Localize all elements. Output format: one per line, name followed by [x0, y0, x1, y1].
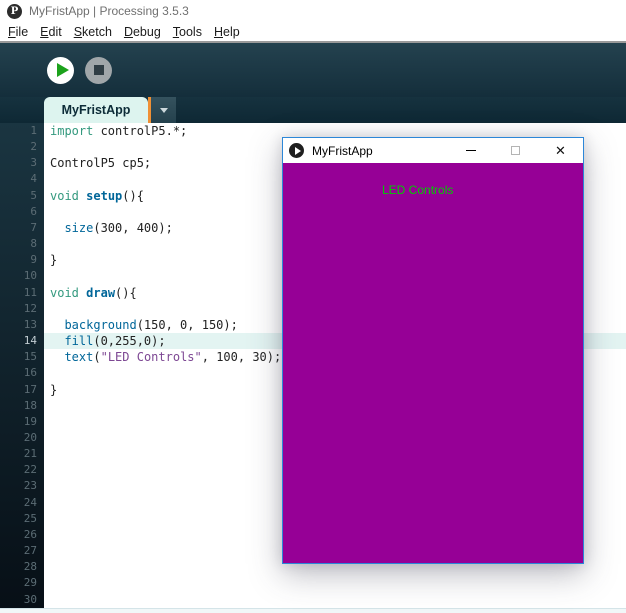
- line-number: 28: [23, 560, 37, 574]
- tabbar: MyFristApp: [0, 97, 626, 123]
- close-button[interactable]: ✕: [538, 138, 583, 163]
- line-number: 14: [23, 334, 37, 348]
- line-number: 22: [23, 463, 37, 477]
- menu-help[interactable]: Help: [208, 25, 246, 39]
- line-number: 2: [30, 140, 37, 154]
- line-number: 11: [23, 285, 37, 299]
- line-number: 6: [30, 204, 37, 218]
- line-number: 9: [30, 253, 37, 267]
- chevron-down-icon: [159, 107, 168, 113]
- sketch-window[interactable]: MyFristApp ✕ LED Controls: [282, 137, 584, 564]
- window-title: MyFristApp | Processing 3.5.3: [29, 4, 189, 18]
- line-number: 8: [30, 237, 37, 251]
- sketch-canvas[interactable]: LED Controls: [283, 163, 583, 563]
- stop-button[interactable]: [85, 56, 112, 84]
- line-number: 24: [23, 495, 37, 509]
- line-number: 20: [23, 430, 37, 444]
- minimize-icon: [465, 150, 476, 151]
- line-number: 3: [30, 156, 37, 170]
- tab-menu-button[interactable]: [151, 97, 176, 123]
- line-number: 21: [23, 447, 37, 461]
- line-number: 12: [23, 301, 37, 315]
- menubar: File Edit Sketch Debug Tools Help: [0, 22, 626, 41]
- code-line[interactable]: [44, 575, 626, 591]
- line-number: 18: [23, 398, 37, 412]
- line-number: 27: [23, 544, 37, 558]
- toolbar: [0, 43, 626, 97]
- stop-icon: [93, 65, 104, 75]
- menu-file[interactable]: File: [2, 25, 34, 39]
- canvas-text: LED Controls: [382, 183, 454, 197]
- line-number: 4: [30, 172, 37, 186]
- gutter: 1 2 3 4 5 6 7 8 9 10 11 12 13 14 15 16 17 18 19 20 21 22 23 24 2…: [0, 123, 44, 608]
- line-number: 19: [23, 414, 37, 428]
- line-number: 17: [23, 382, 37, 396]
- sketch-window-title: MyFristApp: [312, 143, 373, 158]
- processing-ide-window: P MyFristApp | Processing 3.5.3 File Edi…: [0, 0, 626, 613]
- maximize-icon: [511, 146, 520, 155]
- line-number: 26: [23, 527, 37, 541]
- sketch-titlebar[interactable]: MyFristApp ✕: [283, 138, 583, 163]
- run-play-icon: [56, 63, 69, 77]
- editor-bottom-strip: [0, 608, 626, 613]
- line-number: 29: [23, 576, 37, 590]
- play-icon: [289, 143, 304, 158]
- code-line[interactable]: [44, 592, 626, 608]
- menu-tools[interactable]: Tools: [167, 25, 208, 39]
- maximize-button: [493, 138, 538, 163]
- line-number: 23: [23, 479, 37, 493]
- line-number: 15: [23, 350, 37, 364]
- line-number: 7: [30, 220, 37, 234]
- menu-edit[interactable]: Edit: [34, 25, 68, 39]
- line-number: 1: [30, 124, 37, 137]
- line-number: 13: [23, 317, 37, 331]
- line-number: 25: [23, 511, 37, 525]
- menu-sketch[interactable]: Sketch: [68, 25, 118, 39]
- close-icon: ✕: [555, 143, 566, 158]
- titlebar: P MyFristApp | Processing 3.5.3: [0, 0, 626, 22]
- processing-logo-icon: P: [7, 3, 22, 19]
- run-button[interactable]: [47, 56, 74, 84]
- tab-myfristapp[interactable]: MyFristApp: [44, 97, 148, 123]
- line-number: 16: [23, 366, 37, 380]
- line-number: 5: [30, 188, 37, 202]
- line-number: 30: [23, 592, 37, 606]
- menu-debug[interactable]: Debug: [118, 25, 167, 39]
- minimize-button[interactable]: [448, 138, 493, 163]
- line-number: 10: [23, 269, 37, 283]
